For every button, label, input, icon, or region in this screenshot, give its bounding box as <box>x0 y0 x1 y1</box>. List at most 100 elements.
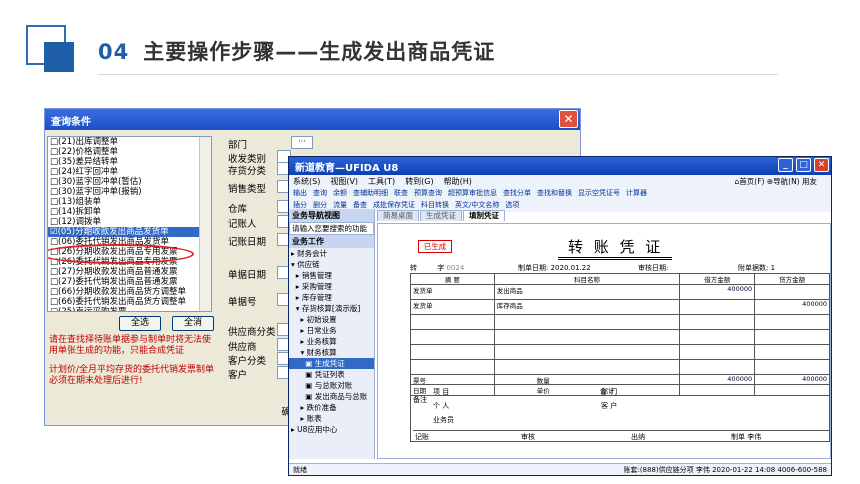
toolbar-button[interactable]: 插分 <box>293 201 307 209</box>
nav-tree-item[interactable]: ▾ 财务核算 <box>289 347 374 358</box>
tab-1[interactable]: 生成凭证 <box>420 210 462 221</box>
voucher-number[interactable]: 0024 <box>446 264 464 272</box>
nav-tree-item[interactable]: ▣ 生成凭证 <box>289 358 374 369</box>
nav-tree-item[interactable]: ▸ 初始设置 <box>289 314 374 325</box>
bill-type-item[interactable]: □(27)分期收款发出商品普通发票 <box>48 267 211 277</box>
voucher-cell-empty[interactable] <box>410 314 495 330</box>
bill-type-item[interactable]: □(30)蓝字回冲单(暂估) <box>48 177 211 187</box>
nav-tree-item[interactable]: ▸ 业务核算 <box>289 336 374 347</box>
nav-search-input[interactable]: 请输入您要搜索的功能 <box>289 222 374 235</box>
toolbar-button[interactable]: 预算查询 <box>414 189 442 197</box>
bill-type-item[interactable]: ☑(05)分期收款发出商品发货单 <box>48 227 211 237</box>
voucher-row[interactable]: 发货单 库存商品 400000 <box>410 299 830 315</box>
maximize-icon[interactable]: □ <box>796 158 811 172</box>
voucher-cell-empty[interactable] <box>410 359 495 375</box>
nav-tree-item[interactable]: ▸ 销售管理 <box>289 270 374 281</box>
bill-type-item[interactable]: □(66)分期收款发出商品货方调整单 <box>48 287 211 297</box>
bill-type-item[interactable]: □(66)委托代销发出商品货方调整单 <box>48 297 211 307</box>
toolbar-button[interactable]: 选项 <box>505 201 519 209</box>
voucher-cell-empty[interactable] <box>493 359 681 375</box>
voucher-cell-empty[interactable] <box>679 329 756 345</box>
voucher-cell-empty[interactable] <box>679 344 756 360</box>
nav-tree-item[interactable]: ▸ U8应用中心 <box>289 424 374 435</box>
nav-tree-item[interactable]: ▾ 存货核算[演示版] <box>289 303 374 314</box>
close-icon[interactable]: ✕ <box>559 110 578 128</box>
nav-tree-item[interactable]: ▸ 采购管理 <box>289 281 374 292</box>
toolbar-button[interactable]: 流量 <box>333 201 347 209</box>
toolbar-button[interactable]: 联查 <box>394 189 408 197</box>
toolbar-button[interactable]: 余额 <box>333 189 347 197</box>
voucher-cell-empty[interactable] <box>410 329 495 345</box>
toolbar-button[interactable]: 删分 <box>313 201 327 209</box>
bill-type-item[interactable]: □(14)拆卸单 <box>48 207 211 217</box>
voucher-cell-empty[interactable] <box>679 359 756 375</box>
nav-tree-item[interactable]: ▣ 凭证列表 <box>289 369 374 380</box>
voucher-cell-empty[interactable] <box>754 359 830 375</box>
minimize-icon[interactable]: _ <box>778 158 793 172</box>
voucher-cell-credit[interactable] <box>754 284 830 300</box>
bill-type-item[interactable]: □(30)蓝字回冲单(报销) <box>48 187 211 197</box>
bill-type-item[interactable]: □(27)委托代销发出商品普通发票 <box>48 277 211 287</box>
voucher-cell-empty[interactable] <box>679 314 756 330</box>
voucher-cell-debit[interactable] <box>679 299 756 315</box>
voucher-cell-summary[interactable]: 发货单 <box>410 284 495 300</box>
nav-tree-item[interactable]: ▸ 财务会计 <box>289 248 374 259</box>
voucher-cell-account[interactable]: 库存商品 <box>493 299 681 315</box>
voucher-cell-summary[interactable]: 发货单 <box>410 299 495 315</box>
voucher-cell-empty[interactable] <box>493 314 681 330</box>
toolbar-button[interactable]: 查辅助明细 <box>353 189 388 197</box>
menu-item[interactable]: 系统(S) <box>293 177 320 186</box>
bill-type-item[interactable]: □(24)红字回冲单 <box>48 167 211 177</box>
select-all-button[interactable]: 全选 <box>119 316 161 331</box>
nav-tree-item[interactable]: ▸ 库存管理 <box>289 292 374 303</box>
close-icon[interactable]: ✕ <box>814 158 829 172</box>
tab-2[interactable]: 填制凭证 <box>463 210 505 221</box>
menu-item[interactable]: 转到(G) <box>405 177 433 186</box>
voucher-cell-account[interactable]: 发出商品 <box>493 284 681 300</box>
voucher-row-empty[interactable] <box>410 329 830 345</box>
nav-tree-item[interactable]: ▣ 与总账对账 <box>289 380 374 391</box>
voucher-cell-empty[interactable] <box>754 314 830 330</box>
dept-lookup-button[interactable]: ··· <box>291 136 313 149</box>
toolbar-button[interactable]: 输出 <box>293 189 307 197</box>
bill-type-item[interactable]: □(22)价格调整单 <box>48 147 211 157</box>
voucher-row-empty[interactable] <box>410 314 830 330</box>
voucher-cell-debit[interactable]: 400000 <box>679 284 756 300</box>
voucher-row-empty[interactable] <box>410 344 830 360</box>
toolbar-button[interactable]: 查找和替换 <box>537 189 572 197</box>
home-nav-links[interactable]: ⌂首页(F) ⊕导航(N) 用友 <box>735 176 817 187</box>
voucher-date[interactable]: 2020.01.22 <box>551 264 591 272</box>
toolbar-button[interactable]: 备查 <box>353 201 367 209</box>
voucher-row-empty[interactable] <box>410 359 830 375</box>
voucher-cell-empty[interactable] <box>410 344 495 360</box>
toolbar-button[interactable]: 计算器 <box>626 189 647 197</box>
voucher-cell-empty[interactable] <box>754 329 830 345</box>
nav-tree-item[interactable]: ▣ 发出商品与总账 <box>289 391 374 402</box>
voucher-row[interactable]: 发货单 发出商品 400000 <box>410 284 830 300</box>
menu-item[interactable]: 工具(T) <box>368 177 395 186</box>
bill-type-list[interactable]: □(21)出库调整单 □(22)价格调整单 □(35)差异结转单 □(24)红字回冲单… <box>47 136 212 312</box>
voucher-cell-empty[interactable] <box>493 344 681 360</box>
bill-type-item[interactable]: □(35)差异结转单 <box>48 157 211 167</box>
toolbar-button[interactable]: 显示空凭证号 <box>578 189 620 197</box>
bill-type-item[interactable]: □(12)调拨单 <box>48 217 211 227</box>
voucher-cell-credit[interactable]: 400000 <box>754 299 830 315</box>
attach-count[interactable]: 1 <box>771 264 775 272</box>
toolbar-button[interactable]: 查询 <box>313 189 327 197</box>
toolbar-button[interactable]: 超预算审批信息 <box>448 189 497 197</box>
menu-item[interactable]: 帮助(H) <box>444 177 472 186</box>
nav-tree-item[interactable]: ▸ 日常业务 <box>289 325 374 336</box>
bill-type-item[interactable]: □(25)直运采购发票 <box>48 307 211 311</box>
bill-type-item[interactable]: □(21)出库调整单 <box>48 137 211 147</box>
toolbar-button[interactable]: 英文/中文名称 <box>455 201 499 209</box>
voucher-cell-empty[interactable] <box>493 329 681 345</box>
voucher-word[interactable]: 转 <box>410 264 417 272</box>
nav-tree-item[interactable]: ▾ 供应链 <box>289 259 374 270</box>
voucher-cell-empty[interactable] <box>754 344 830 360</box>
toolbar-button[interactable]: 查找分单 <box>503 189 531 197</box>
toolbar-button[interactable]: 科目转换 <box>421 201 449 209</box>
bill-type-item[interactable]: □(13)组装单 <box>48 197 211 207</box>
list-scrollbar[interactable] <box>199 137 211 311</box>
nav-tree-item[interactable]: ▸ 跌价准备 <box>289 402 374 413</box>
nav-tree-item[interactable]: ▸ 账表 <box>289 413 374 424</box>
